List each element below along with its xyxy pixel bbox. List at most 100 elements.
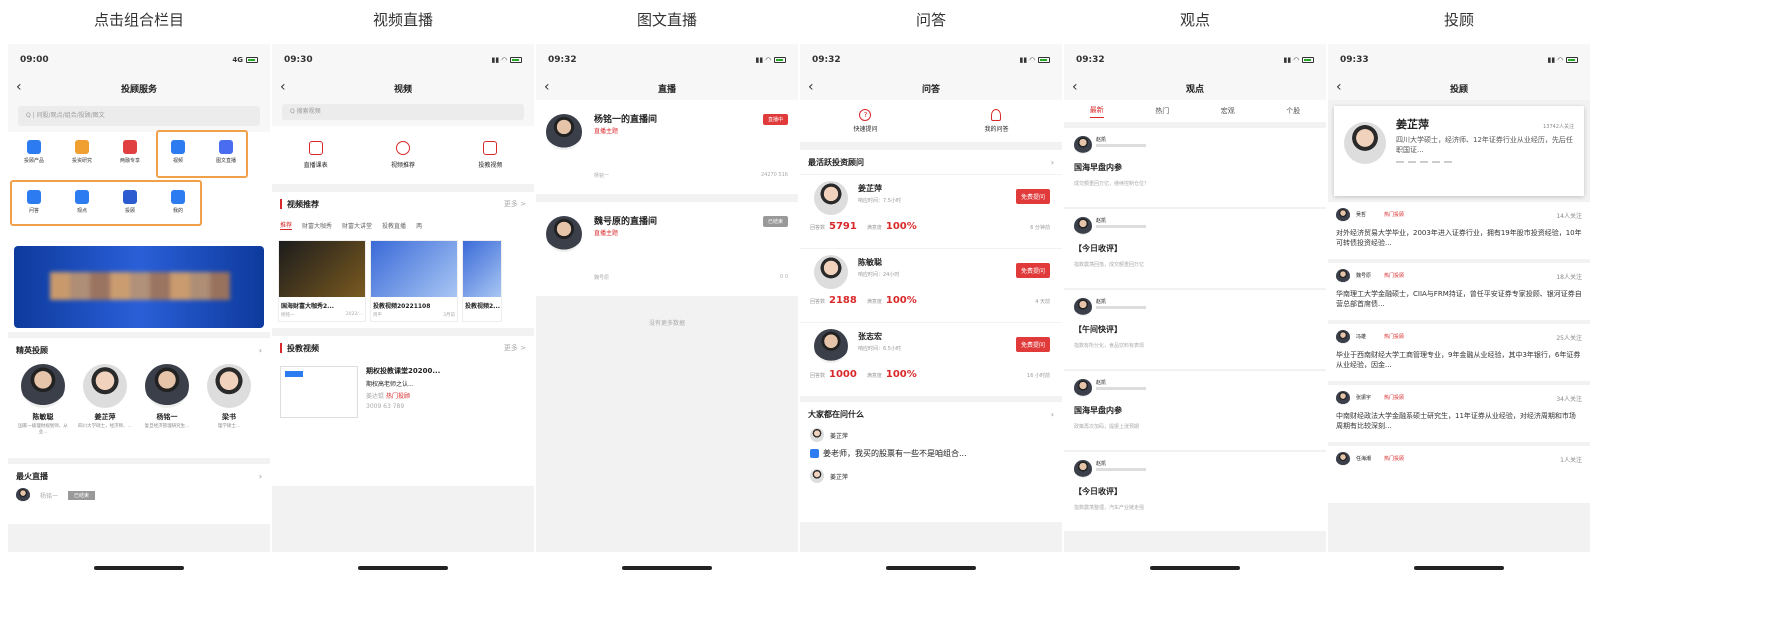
live-room[interactable]: 魏号原的直播间 直播主题 已结束 魏号原 0 0 (536, 202, 798, 296)
answer-count: 2188 (829, 295, 857, 306)
chevron-right-icon[interactable]: › (1051, 410, 1054, 419)
back-icon[interactable]: ‹ (16, 79, 22, 95)
nav-bar: ‹ 投顾服务 (8, 76, 270, 100)
video-card[interactable]: 投教视频2... (462, 240, 502, 322)
avatar (546, 216, 582, 252)
advisor-item[interactable]: 冯雄 热门投顾 25人关注 毕业于西南财经大学工商管理专业，9年金融从业经验，其中3年… (1328, 324, 1590, 385)
post-item[interactable]: 赵凯 国海早盘内参 政策再次加码，提振上涨预期 (1064, 371, 1326, 450)
chevron-right-icon[interactable]: › (259, 472, 262, 481)
search-input[interactable]: Q | 问股/观点/组合/投顾/图文 (18, 106, 260, 126)
post-item[interactable]: 赵凯 【午间快评】 指数有所分化，食品饮料有表现 (1064, 290, 1326, 369)
tab-3[interactable]: 个股 (1286, 106, 1300, 116)
advisor-row[interactable]: 陈敏聪 响应时间：24小时 免费提问 回答数 2188 满意度 100% 4 天前 (800, 248, 1062, 322)
answers-label: 回答数 (810, 299, 826, 305)
video-thumbnail (463, 241, 501, 297)
tab-1[interactable]: 热门 (1155, 106, 1169, 116)
follower-count: 34人关注 (1556, 396, 1582, 403)
asker-name: 姜芷萍 (830, 473, 849, 481)
advisor-desc: 毕业于西南财经大学工商管理专业，9年金融从业经验，其中3年银行，6年证券从业经验… (1336, 351, 1581, 369)
advisor-card[interactable]: 陈敏聪 国家一级理财规划师、从业... (12, 362, 74, 458)
avatar (21, 364, 65, 408)
free-ask-button[interactable]: 免费提问 (1015, 337, 1050, 352)
chevron-right-icon[interactable]: › (259, 346, 262, 355)
search-area: Q 搜索视频 (272, 100, 534, 126)
tab-2[interactable]: 财富大讲堂 (342, 221, 372, 230)
video-tabs: 推荐 财富大咖秀 财富大讲堂 投教直播 两 (272, 216, 534, 234)
stats-row: 回答数 5791 满意度 100% 6 分钟前 (810, 221, 1050, 232)
free-ask-button[interactable]: 免费提问 (1015, 263, 1050, 278)
avatar (1074, 379, 1092, 397)
highlight-box-1 (156, 130, 248, 178)
back-icon[interactable]: ‹ (544, 79, 550, 95)
back-icon[interactable]: ‹ (280, 79, 286, 95)
column-text-live: 图文直播 09:32 ▮▮ ◠ ‹ 直播 杨铭一的直播间 直播主题 直播中 杨铭一 2427… (536, 0, 798, 643)
video-card[interactable]: 投教视频20221108 周平 3月前 (370, 240, 458, 322)
hot-tag: 热门投顾 (1384, 273, 1405, 279)
chevron-right-icon[interactable]: › (1051, 158, 1054, 167)
post-item[interactable]: 赵凯 【今日收评】 指数震荡整理，汽车产业链走强 (1064, 452, 1326, 531)
tab-0[interactable]: 推荐 (280, 220, 293, 230)
search-input[interactable]: Q 搜索视频 (282, 104, 524, 120)
advisor-item[interactable]: 魏号原 热门投顾 18人关注 华南理工大学金融硕士，CIIA与FRM持证，曾任平安证券… (1328, 263, 1590, 324)
signal-icons: ▮▮ ◠ (755, 56, 786, 64)
back-icon[interactable]: ‹ (1336, 79, 1342, 95)
column-video: 视频直播 09:30 ▮▮ ◠ ‹ 视频 Q 搜索视频 直播课表 视频推荐 投教视频 视… (272, 0, 534, 643)
tab-2[interactable]: 宏观 (1221, 106, 1235, 116)
tab-3[interactable]: 投教直播 (382, 221, 406, 230)
advisor-item[interactable]: 任海潮 热门投顾 1人关注 (1328, 446, 1590, 507)
avatar (546, 114, 582, 150)
banner-image (50, 272, 230, 300)
post-item[interactable]: 赵凯 【今日收评】 指数震荡回落，成交额重回万亿 (1064, 209, 1326, 288)
back-icon[interactable]: ‹ (1072, 79, 1078, 95)
post-item[interactable]: 赵凯 国海早盘内参 成交额重回万亿，继续控制仓位？ (1064, 128, 1326, 207)
question-item[interactable]: 姜芷萍 姜老师，我买的股票有一些不是咱组合... 姜芷萍 (800, 426, 1062, 485)
advisor-name: 姜芷萍 (1396, 118, 1429, 131)
avatar (814, 255, 848, 289)
menu-item-2[interactable]: 两融专享 (108, 140, 152, 164)
video-item[interactable]: 期权投教课堂20200... 期权高老师之认... 姜达锟 热门投顾 3009 … (272, 360, 534, 424)
live-row[interactable]: 杨铭一 已结束 (8, 488, 270, 502)
advisor-item[interactable]: 张振宇 热门投顾 34人关注 中南财经政法大学金融系硕士研究生，11年证券从业经验，对… (1328, 385, 1590, 446)
tab-label: 我的问答 (984, 126, 1009, 133)
more-link[interactable]: 更多 > (504, 343, 526, 353)
free-ask-button[interactable]: 免费提问 (1015, 189, 1050, 204)
advisor-row[interactable]: 姜芷萍 响应时间：7.5小时 免费提问 回答数 5791 满意度 100% 6 分钟前 (800, 174, 1062, 248)
post-summary: 政策再次加码，提振上涨预期 (1074, 424, 1140, 430)
video-meta: 杨铭一 2022/... (279, 312, 365, 321)
menu-item-1[interactable]: 投资研究 (60, 140, 104, 164)
video-menu-item[interactable]: 投教视频 (478, 141, 502, 169)
more-link[interactable]: 更多 > (504, 199, 526, 209)
avatar (1336, 208, 1350, 222)
post-summary: 指数有所分化，食品饮料有表现 (1074, 343, 1145, 349)
advisor-card[interactable]: 梁书 理学硕士... (198, 362, 260, 458)
quick-ask-button[interactable]: ? 快速提问 (853, 109, 878, 133)
advisor-desc: 中南财经政法大学金融系硕士研究生，11年证券从业经验，对经济周期和市场周期有比较… (1336, 412, 1576, 430)
tab-4[interactable]: 两 (416, 221, 422, 230)
avatar (814, 329, 848, 363)
video-menu-item[interactable]: 视频推荐 (391, 141, 415, 169)
advisor-row[interactable]: 张志宏 响应时间：6.5小时 免费提问 回答数 1000 满意度 100% 16 小时前 (800, 322, 1062, 396)
caption-3: 图文直播 (636, 11, 697, 29)
battery-icon (1038, 57, 1050, 63)
hot-tag: 热门投顾 (1384, 395, 1405, 401)
page-title: 投顾 (1449, 84, 1468, 95)
live-room[interactable]: 杨铭一的直播间 直播主题 直播中 杨铭一 24270 516 (536, 100, 798, 194)
nav-bar: ‹ 问答 (800, 76, 1062, 100)
back-icon[interactable]: ‹ (808, 79, 814, 95)
advisor-item[interactable]: 吴哲 热门投顾 14人关注 对外经济贸易大学毕业，2003年进入证券行业，拥有19年股… (1328, 202, 1590, 263)
advisor-card[interactable]: 姜芷萍 四川大学硕士，经济师、... (74, 362, 136, 458)
advisor-card[interactable]: 杨铭一 复旦经济管理研究生... (136, 362, 198, 458)
video-menu-item[interactable]: 直播课表 (304, 141, 328, 169)
video-card[interactable]: 国海财富大咖秀2... 杨铭一 2022/... (278, 240, 366, 322)
avatar (1074, 298, 1092, 316)
my-qa-button[interactable]: 我的问答 (984, 109, 1009, 133)
menu-item-0[interactable]: 投顾产品 (12, 140, 56, 164)
divider (1396, 161, 1456, 163)
tab-0[interactable]: 最新 (1089, 105, 1104, 118)
phone-3: 09:32 ▮▮ ◠ ‹ 直播 杨铭一的直播间 直播主题 直播中 杨铭一 24270 516… (536, 44, 798, 552)
featured-advisor-card[interactable]: 姜芷萍 13742人关注 四川大学硕士，经济师、12年证券行业从业经历，先后任职国… (1334, 106, 1584, 196)
banner[interactable] (14, 246, 264, 328)
tab-1[interactable]: 财富大咖秀 (302, 221, 332, 230)
home-indicator (358, 566, 448, 570)
post-list: 赵凯 国海早盘内参 成交额重回万亿，继续控制仓位？ 赵凯 【今日收评】 指数震荡回落，成交… (1064, 128, 1326, 531)
